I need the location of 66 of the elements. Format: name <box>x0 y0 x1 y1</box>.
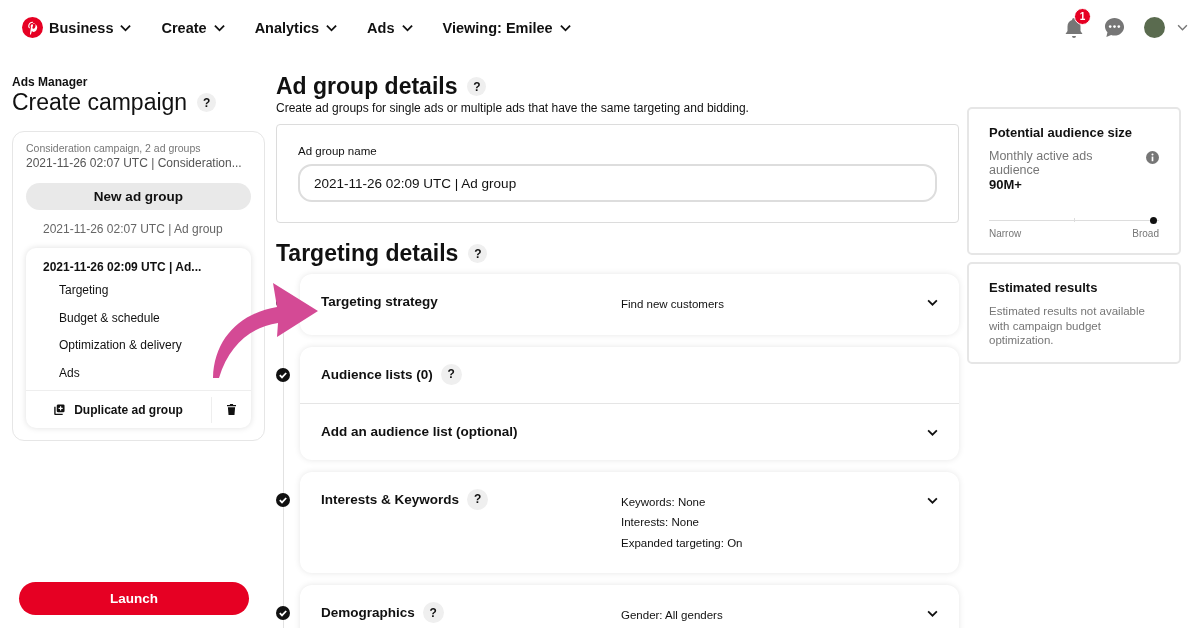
pinterest-logo-icon[interactable] <box>22 17 43 38</box>
chevron-down-icon <box>559 23 571 32</box>
ad-group-step-link[interactable]: Ads <box>59 362 80 383</box>
panel-description: Estimated results not available with campaign budget optimization. <box>989 304 1146 348</box>
trash-icon[interactable] <box>227 404 236 415</box>
chevron-down-icon <box>401 23 413 32</box>
help-icon[interactable]: ? <box>422 602 444 623</box>
duplicate-button[interactable]: Duplicate ad group <box>26 396 212 423</box>
chevron-down-icon <box>326 23 338 32</box>
section-description: Create ad groups for single ads or multiple ads that have the same targeting and bidding. <box>276 101 750 115</box>
avatar[interactable] <box>1144 17 1165 38</box>
check-circle-icon <box>276 367 290 382</box>
chevron-down-icon <box>120 23 132 32</box>
caret-icon[interactable] <box>1177 24 1188 31</box>
notification-badge: 1 <box>1074 7 1091 25</box>
nav-menu-button[interactable]: Create <box>161 19 235 36</box>
chat-icon[interactable] <box>1104 17 1125 38</box>
scale-label: Broad <box>1132 228 1159 239</box>
breadcrumb-label: Ads Manager <box>12 75 89 89</box>
ad-group-link[interactable]: 2021-11-26 02:07 UTC | Ad group <box>26 210 251 248</box>
section-title: Targeting details <box>276 240 459 267</box>
nav-menu-button[interactable]: Viewing: Emilee <box>442 19 581 36</box>
check-circle-icon <box>276 606 290 620</box>
help-icon[interactable]: ? <box>467 77 487 96</box>
campaign-type: Consideration campaign, 2 ad groups <box>26 142 202 154</box>
help-icon[interactable]: ? <box>440 363 462 385</box>
launch-button[interactable]: Launch <box>19 582 249 615</box>
targeting-row-title: Demographics <box>321 605 415 620</box>
targeting-row-title: Interests & Keywords <box>321 491 460 507</box>
help-icon[interactable]: ? <box>197 93 217 112</box>
section-title: Ad group details <box>276 73 458 100</box>
targeting-row-title: Audience lists (0) <box>321 366 433 382</box>
chevron-down-icon <box>213 23 225 32</box>
help-icon[interactable]: ? <box>468 244 488 263</box>
chevron-down-icon[interactable] <box>927 496 938 504</box>
copy-icon <box>54 404 66 415</box>
panel-title: Estimated results <box>989 280 1099 295</box>
panel-title: Potential audience size <box>989 125 1134 140</box>
targeting-row-title: Add an audience list (optional) <box>321 423 518 439</box>
targeting-row-title: Targeting strategy <box>321 294 438 309</box>
metric-value: 90M+ <box>989 177 1023 192</box>
nav-menu-button[interactable]: Analytics <box>254 19 348 36</box>
new-ad-group-button[interactable]: New ad group <box>26 183 251 210</box>
help-icon[interactable]: ? <box>467 488 489 510</box>
summary-text: Interests: None <box>621 515 700 530</box>
ad-group-step-link[interactable]: Optimization & delivery <box>59 335 182 355</box>
summary-text: Gender: All genders <box>621 608 724 623</box>
summary-text: Expanded targeting: On <box>621 535 744 551</box>
chevron-down-icon[interactable] <box>927 428 938 436</box>
scale-label: Narrow <box>989 228 1022 239</box>
ad-group-name[interactable]: 2021-11-26 02:09 UTC | Ad... <box>26 260 251 280</box>
campaign-name[interactable]: 2021-11-26 02:07 UTC | Consideration... <box>26 156 251 170</box>
chevron-down-icon[interactable] <box>927 610 938 617</box>
info-icon[interactable] <box>1146 151 1159 164</box>
metric-label: Monthly active ads audience <box>989 149 1094 177</box>
ad-group-step-link[interactable]: Budget & schedule <box>59 307 160 328</box>
summary-text: Find new customers <box>621 297 725 312</box>
field-label: Ad group name <box>298 145 378 157</box>
summary-text: Keywords: None <box>621 494 707 510</box>
nav-menu-button[interactable]: Ads <box>367 19 423 36</box>
ad-group-step-link[interactable]: Targeting <box>59 280 109 300</box>
ad-group-name-input[interactable]: 2021-11-26 02:09 UTC | Ad group <box>298 164 937 202</box>
check-circle-icon <box>276 492 290 507</box>
chevron-down-icon[interactable] <box>927 299 938 306</box>
nav-menu-button[interactable]: Business <box>49 19 142 36</box>
page-title: Create campaign <box>12 89 188 116</box>
